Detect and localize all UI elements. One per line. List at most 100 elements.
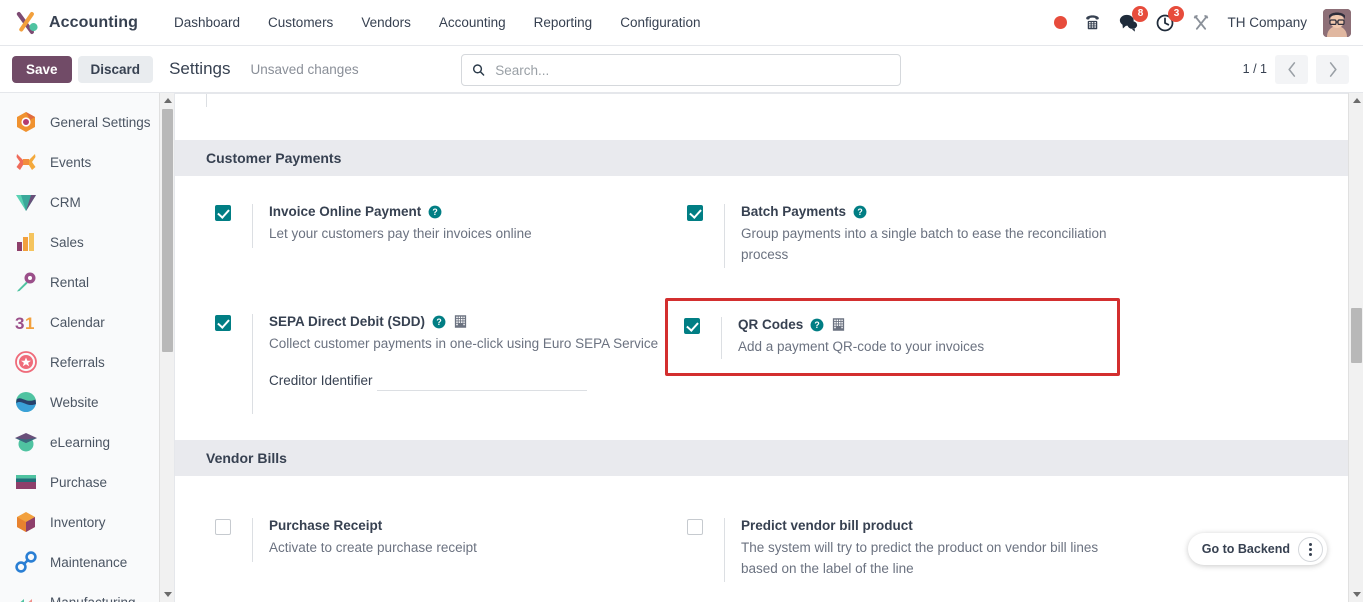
sidebar-scroll-up-button[interactable] [160,93,174,108]
sidebar-item-website[interactable]: Website [0,382,174,422]
setting-title-wrap: Purchase Receipt [269,516,661,535]
sidebar-item-sales[interactable]: Sales [0,222,174,262]
sidebar-item-label: General Settings [50,114,151,130]
sidebar-app-list: General Settings Events CRM Sales Rental… [0,93,174,602]
sidebar-scroll-down-button[interactable] [160,587,174,602]
purchase-receipt-checkbox[interactable] [215,519,231,535]
settings-main: Customer Payments Invoice Online Payment [175,93,1363,602]
crm-icon [16,195,36,211]
checkbox-cell [199,312,253,414]
unsaved-changes-status: Unsaved changes [250,61,359,77]
pager: 1 / 1 [1242,54,1349,84]
setting-title: Predict vendor bill product [741,518,913,533]
record-dot-icon[interactable] [1054,16,1068,29]
svg-text:?: ? [436,317,441,327]
help-icon[interactable]: ? [810,318,824,332]
rental-icon [17,272,36,292]
clock-activity-icon[interactable]: 3 [1155,5,1185,33]
main-scroll-down-button[interactable] [1349,587,1363,602]
qr-codes-checkbox[interactable] [684,318,700,334]
creditor-identifier-field: Creditor Identifier [269,370,661,391]
sidebar-item-label: Events [50,154,92,170]
brand[interactable]: Accounting [14,10,138,36]
navbar-systray: 8 3 TH Company [1054,5,1351,37]
help-icon[interactable]: ? [853,205,867,219]
settings-sidebar: General Settings Events CRM Sales Rental… [0,93,175,602]
settings-row: Invoice Online Payment ? Let your custom… [175,198,1348,282]
menu-item-configuration[interactable]: Configuration [606,9,714,36]
settings-column-right: QR Codes ? Add a payment QR-code to your… [665,298,1143,428]
odoo-logo-icon [16,11,38,34]
sidebar-item-rental[interactable]: Rental [0,262,174,302]
pager-previous-button[interactable] [1275,54,1308,84]
discard-button[interactable]: Discard [77,55,154,83]
sidebar-item-label: Website [50,394,99,410]
sidebar-item-purchase[interactable]: Purchase [0,462,174,502]
tools-icon[interactable] [1191,13,1211,33]
enterprise-building-icon[interactable] [453,314,468,329]
sidebar-item-maintenance[interactable]: Maintenance [0,542,174,582]
company-name[interactable]: TH Company [1227,15,1307,30]
sidebar-item-referrals[interactable]: Referrals [0,342,174,382]
referrals-icon [15,351,37,373]
setting-title-wrap: Invoice Online Payment ? [269,202,661,221]
sales-icon [17,233,34,251]
menu-item-reporting[interactable]: Reporting [520,9,607,36]
setting-description: Group payments into a single batch to ea… [741,226,1107,262]
phone-icon[interactable] [1083,13,1102,32]
batch-payments-checkbox[interactable] [687,205,703,221]
setting-title-wrap: QR Codes ? [738,315,1117,334]
elearning-icon [15,433,37,452]
help-icon[interactable]: ? [428,205,442,219]
search-input[interactable] [493,61,890,79]
setting-title-wrap: SEPA Direct Debit (SDD) ? [269,312,661,331]
creditor-identifier-input[interactable] [377,370,587,391]
enterprise-building-icon[interactable] [831,317,846,332]
main-scrollbar[interactable] [1348,93,1363,602]
setting-batch-payments: Batch Payments ? Group payments into a s… [671,198,1133,282]
setting-body: Purchase Receipt Activate to create purc… [253,516,661,558]
vertical-divider [206,94,207,107]
menu-item-vendors[interactable]: Vendors [347,9,425,36]
chevron-right-icon [1329,61,1337,77]
svg-text:1: 1 [25,314,34,333]
pager-next-button[interactable] [1316,54,1349,84]
go-to-backend-button[interactable]: Go to Backend [1202,542,1290,556]
sidebar-item-label: Manufacturing [50,594,136,602]
setting-title-wrap: Predict vendor bill product [741,516,1133,535]
sidebar-item-crm[interactable]: CRM [0,182,174,222]
menu-item-customers[interactable]: Customers [254,9,347,36]
settings-column-left: SEPA Direct Debit (SDD) ? Collect custom… [199,308,671,428]
predict-vendor-bill-product-checkbox[interactable] [687,519,703,535]
sepa-direct-debit-checkbox[interactable] [215,315,231,331]
sidebar-item-events[interactable]: Events [0,142,174,182]
general-settings-icon [17,112,35,132]
sidebar-item-label: eLearning [50,434,111,450]
help-icon[interactable]: ? [432,315,446,329]
avatar[interactable] [1323,8,1351,37]
pager-count: 1 / 1 [1242,62,1267,76]
sidebar-item-elearning[interactable]: eLearning [0,422,174,462]
search-icon [472,64,485,76]
svg-text:?: ? [815,320,820,330]
main-scrollbar-thumb[interactable] [1351,308,1362,363]
search-bar[interactable] [461,54,901,86]
sidebar-item-manufacturing[interactable]: Manufacturing [0,582,174,602]
menu-item-dashboard[interactable]: Dashboard [160,9,254,36]
settings-column-left: Purchase Receipt Activate to create purc… [199,512,671,596]
sidebar-item-label: Calendar [50,314,105,330]
sidebar-item-general-settings[interactable]: General Settings [0,102,174,142]
sidebar-item-calendar[interactable]: 3 1 Calendar [0,302,174,342]
save-button[interactable]: Save [12,55,72,83]
sidebar-scrollbar[interactable] [159,93,174,602]
sidebar-item-inventory[interactable]: Inventory [0,502,174,542]
main-menu: Dashboard Customers Vendors Accounting R… [160,9,715,36]
main-scroll-up-button[interactable] [1349,93,1363,108]
vertical-dots-icon[interactable] [1298,536,1323,562]
setting-title: QR Codes [738,317,804,332]
messages-icon[interactable]: 8 [1118,6,1149,32]
sidebar-scrollbar-thumb[interactable] [162,109,173,352]
invoice-online-payment-checkbox[interactable] [215,205,231,221]
menu-item-accounting[interactable]: Accounting [425,9,520,36]
setting-title: Batch Payments [741,204,847,219]
